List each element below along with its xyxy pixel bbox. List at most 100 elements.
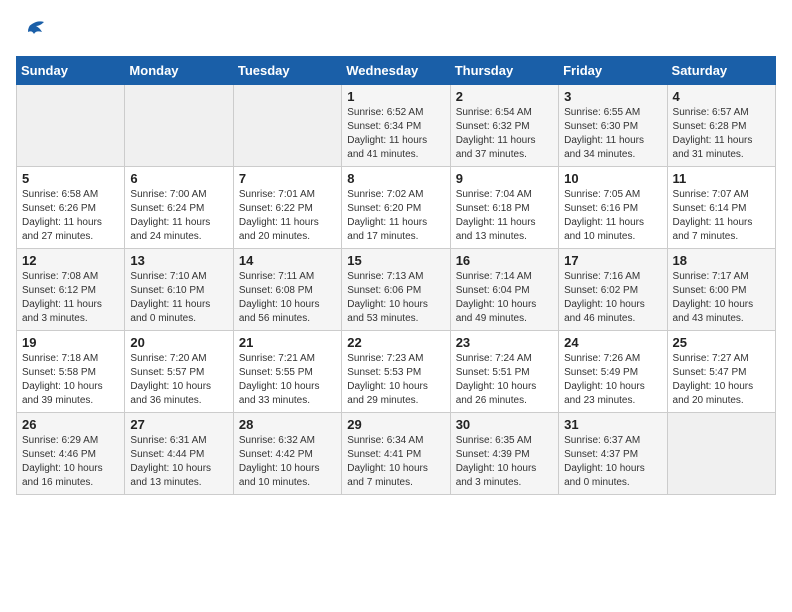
calendar-cell: 2 Sunrise: 6:54 AM Sunset: 6:32 PM Daylig… — [450, 85, 558, 167]
weekday-header-friday: Friday — [559, 57, 667, 85]
calendar-cell: 1Sunrise: 6:52 AM Sunset: 6:34 PM Daylig… — [342, 85, 450, 167]
calendar-cell: 7 Sunrise: 7:01 AM Sunset: 6:22 PM Daylig… — [233, 167, 341, 249]
calendar-cell: 19Sunrise: 7:18 AM Sunset: 5:58 PM Dayli… — [17, 331, 125, 413]
day-number: 28 — [239, 417, 336, 432]
day-info: Sunrise: 7:08 AM Sunset: 6:12 PM Dayligh… — [22, 270, 119, 326]
day-info: Sunrise: 7:17 AM Sunset: 6:00 PM Dayligh… — [673, 270, 770, 326]
weekday-header-sunday: Sunday — [17, 57, 125, 85]
day-number: 22 — [347, 335, 444, 350]
day-number: 16 — [456, 253, 553, 268]
day-info: Sunrise: 7:23 AM Sunset: 5:53 PM Dayligh… — [347, 352, 444, 408]
header — [16, 16, 776, 44]
day-info: Sunrise: 7:14 AM Sunset: 6:04 PM Dayligh… — [456, 270, 553, 326]
calendar-cell — [17, 85, 125, 167]
day-number: 27 — [130, 417, 227, 432]
calendar-cell — [125, 85, 233, 167]
day-number: 31 — [564, 417, 661, 432]
day-number: 2 — [456, 89, 553, 104]
day-number: 13 — [130, 253, 227, 268]
day-info: Sunrise: 7:27 AM Sunset: 5:47 PM Dayligh… — [673, 352, 770, 408]
day-number: 20 — [130, 335, 227, 350]
calendar-cell: 13 Sunrise: 7:10 AM Sunset: 6:10 PM Dayli… — [125, 249, 233, 331]
day-info: Sunrise: 6:29 AM Sunset: 4:46 PM Dayligh… — [22, 434, 119, 490]
calendar-cell: 24Sunrise: 7:26 AM Sunset: 5:49 PM Dayli… — [559, 331, 667, 413]
calendar-week-row: 12 Sunrise: 7:08 AM Sunset: 6:12 PM Dayli… — [17, 249, 776, 331]
logo — [16, 16, 46, 44]
weekday-header-wednesday: Wednesday — [342, 57, 450, 85]
calendar-cell: 29 Sunrise: 6:34 AM Sunset: 4:41 PM Dayli… — [342, 413, 450, 495]
day-info: Sunrise: 7:16 AM Sunset: 6:02 PM Dayligh… — [564, 270, 661, 326]
day-number: 14 — [239, 253, 336, 268]
day-number: 29 — [347, 417, 444, 432]
day-number: 10 — [564, 171, 661, 186]
calendar-cell: 22 Sunrise: 7:23 AM Sunset: 5:53 PM Dayli… — [342, 331, 450, 413]
day-info: Sunrise: 6:32 AM Sunset: 4:42 PM Dayligh… — [239, 434, 336, 490]
day-number: 26 — [22, 417, 119, 432]
calendar-cell — [667, 413, 775, 495]
weekday-header-monday: Monday — [125, 57, 233, 85]
page-container: SundayMondayTuesdayWednesdayThursdayFrid… — [0, 0, 792, 503]
calendar-week-row: 1Sunrise: 6:52 AM Sunset: 6:34 PM Daylig… — [17, 85, 776, 167]
weekday-header-row: SundayMondayTuesdayWednesdayThursdayFrid… — [17, 57, 776, 85]
calendar-cell: 18 Sunrise: 7:17 AM Sunset: 6:00 PM Dayli… — [667, 249, 775, 331]
day-info: Sunrise: 7:24 AM Sunset: 5:51 PM Dayligh… — [456, 352, 553, 408]
calendar-cell: 10Sunrise: 7:05 AM Sunset: 6:16 PM Dayli… — [559, 167, 667, 249]
calendar-cell: 26 Sunrise: 6:29 AM Sunset: 4:46 PM Dayli… — [17, 413, 125, 495]
calendar-cell: 8 Sunrise: 7:02 AM Sunset: 6:20 PM Daylig… — [342, 167, 450, 249]
day-info: Sunrise: 6:57 AM Sunset: 6:28 PM Dayligh… — [673, 106, 770, 162]
calendar-week-row: 5 Sunrise: 6:58 AM Sunset: 6:26 PM Daylig… — [17, 167, 776, 249]
calendar-cell: 15Sunrise: 7:13 AM Sunset: 6:06 PM Dayli… — [342, 249, 450, 331]
calendar-cell: 28 Sunrise: 6:32 AM Sunset: 4:42 PM Dayli… — [233, 413, 341, 495]
calendar-cell — [233, 85, 341, 167]
calendar-cell: 11Sunrise: 7:07 AM Sunset: 6:14 PM Dayli… — [667, 167, 775, 249]
day-number: 18 — [673, 253, 770, 268]
day-number: 5 — [22, 171, 119, 186]
day-info: Sunrise: 7:04 AM Sunset: 6:18 PM Dayligh… — [456, 188, 553, 244]
day-info: Sunrise: 7:00 AM Sunset: 6:24 PM Dayligh… — [130, 188, 227, 244]
calendar-table: SundayMondayTuesdayWednesdayThursdayFrid… — [16, 56, 776, 495]
day-info: Sunrise: 7:02 AM Sunset: 6:20 PM Dayligh… — [347, 188, 444, 244]
day-info: Sunrise: 7:10 AM Sunset: 6:10 PM Dayligh… — [130, 270, 227, 326]
day-info: Sunrise: 6:58 AM Sunset: 6:26 PM Dayligh… — [22, 188, 119, 244]
day-number: 19 — [22, 335, 119, 350]
day-number: 11 — [673, 171, 770, 186]
calendar-cell: 16 Sunrise: 7:14 AM Sunset: 6:04 PM Dayli… — [450, 249, 558, 331]
calendar-cell: 20 Sunrise: 7:20 AM Sunset: 5:57 PM Dayli… — [125, 331, 233, 413]
calendar-cell: 4 Sunrise: 6:57 AM Sunset: 6:28 PM Daylig… — [667, 85, 775, 167]
calendar-cell: 23 Sunrise: 7:24 AM Sunset: 5:51 PM Dayli… — [450, 331, 558, 413]
day-info: Sunrise: 6:35 AM Sunset: 4:39 PM Dayligh… — [456, 434, 553, 490]
calendar-cell: 14 Sunrise: 7:11 AM Sunset: 6:08 PM Dayli… — [233, 249, 341, 331]
calendar-cell: 17 Sunrise: 7:16 AM Sunset: 6:02 PM Dayli… — [559, 249, 667, 331]
day-number: 30 — [456, 417, 553, 432]
day-number: 25 — [673, 335, 770, 350]
weekday-header-thursday: Thursday — [450, 57, 558, 85]
day-info: Sunrise: 6:55 AM Sunset: 6:30 PM Dayligh… — [564, 106, 661, 162]
day-number: 12 — [22, 253, 119, 268]
day-number: 23 — [456, 335, 553, 350]
day-number: 7 — [239, 171, 336, 186]
calendar-week-row: 26 Sunrise: 6:29 AM Sunset: 4:46 PM Dayli… — [17, 413, 776, 495]
calendar-cell: 27 Sunrise: 6:31 AM Sunset: 4:44 PM Dayli… — [125, 413, 233, 495]
day-number: 4 — [673, 89, 770, 104]
day-info: Sunrise: 7:20 AM Sunset: 5:57 PM Dayligh… — [130, 352, 227, 408]
calendar-cell: 31 Sunrise: 6:37 AM Sunset: 4:37 PM Dayli… — [559, 413, 667, 495]
day-number: 17 — [564, 253, 661, 268]
day-number: 6 — [130, 171, 227, 186]
day-info: Sunrise: 6:31 AM Sunset: 4:44 PM Dayligh… — [130, 434, 227, 490]
calendar-cell: 30 Sunrise: 6:35 AM Sunset: 4:39 PM Dayli… — [450, 413, 558, 495]
day-number: 8 — [347, 171, 444, 186]
calendar-cell: 3Sunrise: 6:55 AM Sunset: 6:30 PM Daylig… — [559, 85, 667, 167]
day-info: Sunrise: 7:11 AM Sunset: 6:08 PM Dayligh… — [239, 270, 336, 326]
calendar-week-row: 19Sunrise: 7:18 AM Sunset: 5:58 PM Dayli… — [17, 331, 776, 413]
day-number: 24 — [564, 335, 661, 350]
day-info: Sunrise: 6:34 AM Sunset: 4:41 PM Dayligh… — [347, 434, 444, 490]
day-info: Sunrise: 6:54 AM Sunset: 6:32 PM Dayligh… — [456, 106, 553, 162]
day-info: Sunrise: 7:21 AM Sunset: 5:55 PM Dayligh… — [239, 352, 336, 408]
day-info: Sunrise: 7:01 AM Sunset: 6:22 PM Dayligh… — [239, 188, 336, 244]
day-info: Sunrise: 7:13 AM Sunset: 6:06 PM Dayligh… — [347, 270, 444, 326]
day-number: 1 — [347, 89, 444, 104]
logo-bird-icon — [18, 16, 46, 44]
calendar-cell: 9 Sunrise: 7:04 AM Sunset: 6:18 PM Daylig… — [450, 167, 558, 249]
day-info: Sunrise: 6:37 AM Sunset: 4:37 PM Dayligh… — [564, 434, 661, 490]
day-number: 9 — [456, 171, 553, 186]
